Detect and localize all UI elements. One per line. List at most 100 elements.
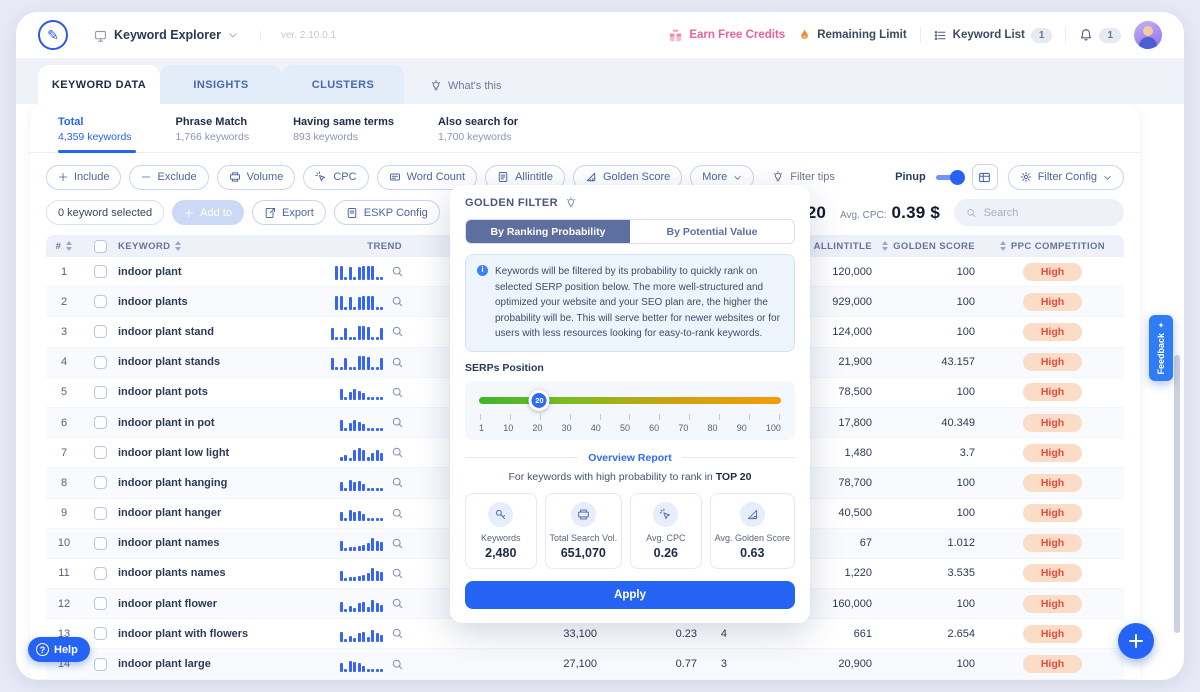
add-to-button[interactable]: Add to xyxy=(172,200,244,225)
divider xyxy=(920,27,921,43)
click-icon xyxy=(653,502,678,527)
avatar[interactable] xyxy=(1134,21,1162,49)
sort-keyword[interactable] xyxy=(175,241,181,251)
keyword-cell: indoor plant stands xyxy=(118,356,258,368)
subtab-phrase-match[interactable]: Phrase Match1,766 keywords xyxy=(176,116,250,152)
magnifier-icon[interactable] xyxy=(391,658,404,671)
magnifier-icon[interactable] xyxy=(391,446,404,459)
filter-tips[interactable]: Filter tips xyxy=(772,171,835,183)
row-checkbox[interactable] xyxy=(94,325,107,338)
row-checkbox[interactable] xyxy=(94,507,107,520)
row-checkbox[interactable] xyxy=(94,476,107,489)
notifications-button[interactable]: 1 xyxy=(1079,28,1121,43)
subtab-having-same-terms[interactable]: Having same terms893 keywords xyxy=(293,116,394,152)
help-button[interactable]: ? Help xyxy=(28,637,90,662)
plus-icon xyxy=(58,172,68,182)
exclude-filter-button[interactable]: Exclude xyxy=(129,165,208,190)
app-name: Keyword Explorer xyxy=(114,28,221,42)
row-checkbox[interactable] xyxy=(94,265,107,278)
app-switcher[interactable]: Keyword Explorer xyxy=(94,28,238,42)
remaining-limit[interactable]: Remaining Limit xyxy=(798,28,906,42)
ppc-badge: High xyxy=(1023,353,1082,371)
cpc-filter-button[interactable]: CPC xyxy=(303,165,368,190)
keyword-cell: indoor plant hanger xyxy=(118,507,258,519)
modal-title: GOLDEN FILTER xyxy=(465,197,558,209)
tab-by-potential-value[interactable]: By Potential Value xyxy=(630,220,794,243)
ppc-badge: High xyxy=(1023,263,1082,281)
cpc-cell: 0.23 xyxy=(603,628,703,640)
magnifier-icon[interactable] xyxy=(391,386,404,399)
ppc-badge: High xyxy=(1023,504,1082,522)
keyword-cell: indoor plants names xyxy=(118,567,258,579)
tab-by-ranking-probability[interactable]: By Ranking Probability xyxy=(466,220,630,243)
subtab-total[interactable]: Total4,359 keywords xyxy=(58,116,132,152)
slider-ruler xyxy=(479,414,781,420)
topbar: ✎ Keyword Explorer ver. 2.10.0.1 Earn Fr… xyxy=(16,12,1184,58)
include-filter-button[interactable]: Include xyxy=(46,165,121,190)
row-checkbox[interactable] xyxy=(94,537,107,550)
sort-ppc[interactable] xyxy=(1000,241,1006,251)
magnifier-icon[interactable] xyxy=(391,597,404,610)
row-checkbox[interactable] xyxy=(94,356,107,369)
info-text: Keywords will be filtered by its probabi… xyxy=(495,264,783,342)
slider-track[interactable] xyxy=(479,397,781,404)
apply-button[interactable]: Apply xyxy=(465,581,795,609)
tab-insights[interactable]: INSIGHTS xyxy=(160,65,282,104)
row-checkbox[interactable] xyxy=(94,627,107,640)
magnifier-icon[interactable] xyxy=(391,476,404,489)
magnifier-icon[interactable] xyxy=(391,295,404,308)
key-icon xyxy=(488,502,513,527)
earn-free-credits[interactable]: Earn Free Credits xyxy=(668,28,785,43)
search-input[interactable] xyxy=(984,207,1112,219)
row-checkbox[interactable] xyxy=(94,295,107,308)
magnifier-icon[interactable] xyxy=(391,507,404,520)
row-checkbox[interactable] xyxy=(94,446,107,459)
golden-filter-modal: GOLDEN FILTER By Ranking Probability By … xyxy=(450,185,810,623)
row-checkbox[interactable] xyxy=(94,658,107,671)
keyword-cell: indoor plant stand xyxy=(118,326,258,338)
tab-clusters[interactable]: CLUSTERS xyxy=(282,65,404,104)
filter-config-button[interactable]: Filter Config xyxy=(1008,165,1124,190)
whats-this-link[interactable]: What's this xyxy=(430,80,501,92)
tab-band: KEYWORD DATA INSIGHTS CLUSTERS What's th… xyxy=(16,58,1184,104)
magnifier-icon[interactable] xyxy=(391,567,404,580)
vertical-scrollbar[interactable] xyxy=(1174,355,1180,633)
eskp-config-button[interactable]: ESKP Config xyxy=(334,200,440,225)
keyword-list-button[interactable]: Keyword List 1 xyxy=(934,28,1053,43)
row-checkbox[interactable] xyxy=(94,416,107,429)
subtab-also-search-for[interactable]: Also search for1,700 keywords xyxy=(438,116,518,152)
row-index: 3 xyxy=(46,326,82,338)
row-checkbox[interactable] xyxy=(94,597,107,610)
tab-keyword-data[interactable]: KEYWORD DATA xyxy=(38,65,160,104)
magnifier-icon[interactable] xyxy=(391,265,404,278)
sort-num[interactable] xyxy=(66,241,72,251)
feedback-tab[interactable]: ✦ Feedback xyxy=(1149,315,1173,381)
pinup-toggle[interactable] xyxy=(936,175,962,180)
volume-filter-button[interactable]: Volume xyxy=(217,165,296,190)
ppc-badge: High xyxy=(1023,534,1082,552)
magnifier-icon[interactable] xyxy=(391,416,404,429)
golden-score-cell: 100 xyxy=(878,326,981,338)
ppc-badge: High xyxy=(1023,595,1082,613)
add-floating-button[interactable] xyxy=(1118,623,1154,659)
brand-logo-icon[interactable]: ✎ xyxy=(38,20,68,50)
magnifier-icon[interactable] xyxy=(391,356,404,369)
magnifier-icon[interactable] xyxy=(391,627,404,640)
keyword-cell: indoor plant pots xyxy=(118,386,258,398)
magnifier-icon[interactable] xyxy=(391,325,404,338)
pinup-label: Pinup xyxy=(895,171,926,183)
row-checkbox[interactable] xyxy=(94,567,107,580)
version-label: ver. 2.10.0.1 xyxy=(260,30,336,41)
select-all-checkbox[interactable] xyxy=(94,240,107,253)
info-box: i Keywords will be filtered by its proba… xyxy=(465,254,795,352)
slider-thumb[interactable]: 20 xyxy=(529,390,550,411)
export-button[interactable]: Export xyxy=(252,200,326,225)
column-config-button[interactable] xyxy=(972,164,998,190)
slider-tick-labels: 1102030405060708090100 xyxy=(479,423,781,433)
sort-golden-score[interactable] xyxy=(882,241,888,251)
row-checkbox[interactable] xyxy=(94,386,107,399)
magnifier-icon[interactable] xyxy=(391,537,404,550)
golden-score-cell: 100 xyxy=(878,266,981,278)
table-row: 13indoor plant with flowers33,1000.23466… xyxy=(46,619,1124,649)
trend-sparkline xyxy=(340,445,384,461)
